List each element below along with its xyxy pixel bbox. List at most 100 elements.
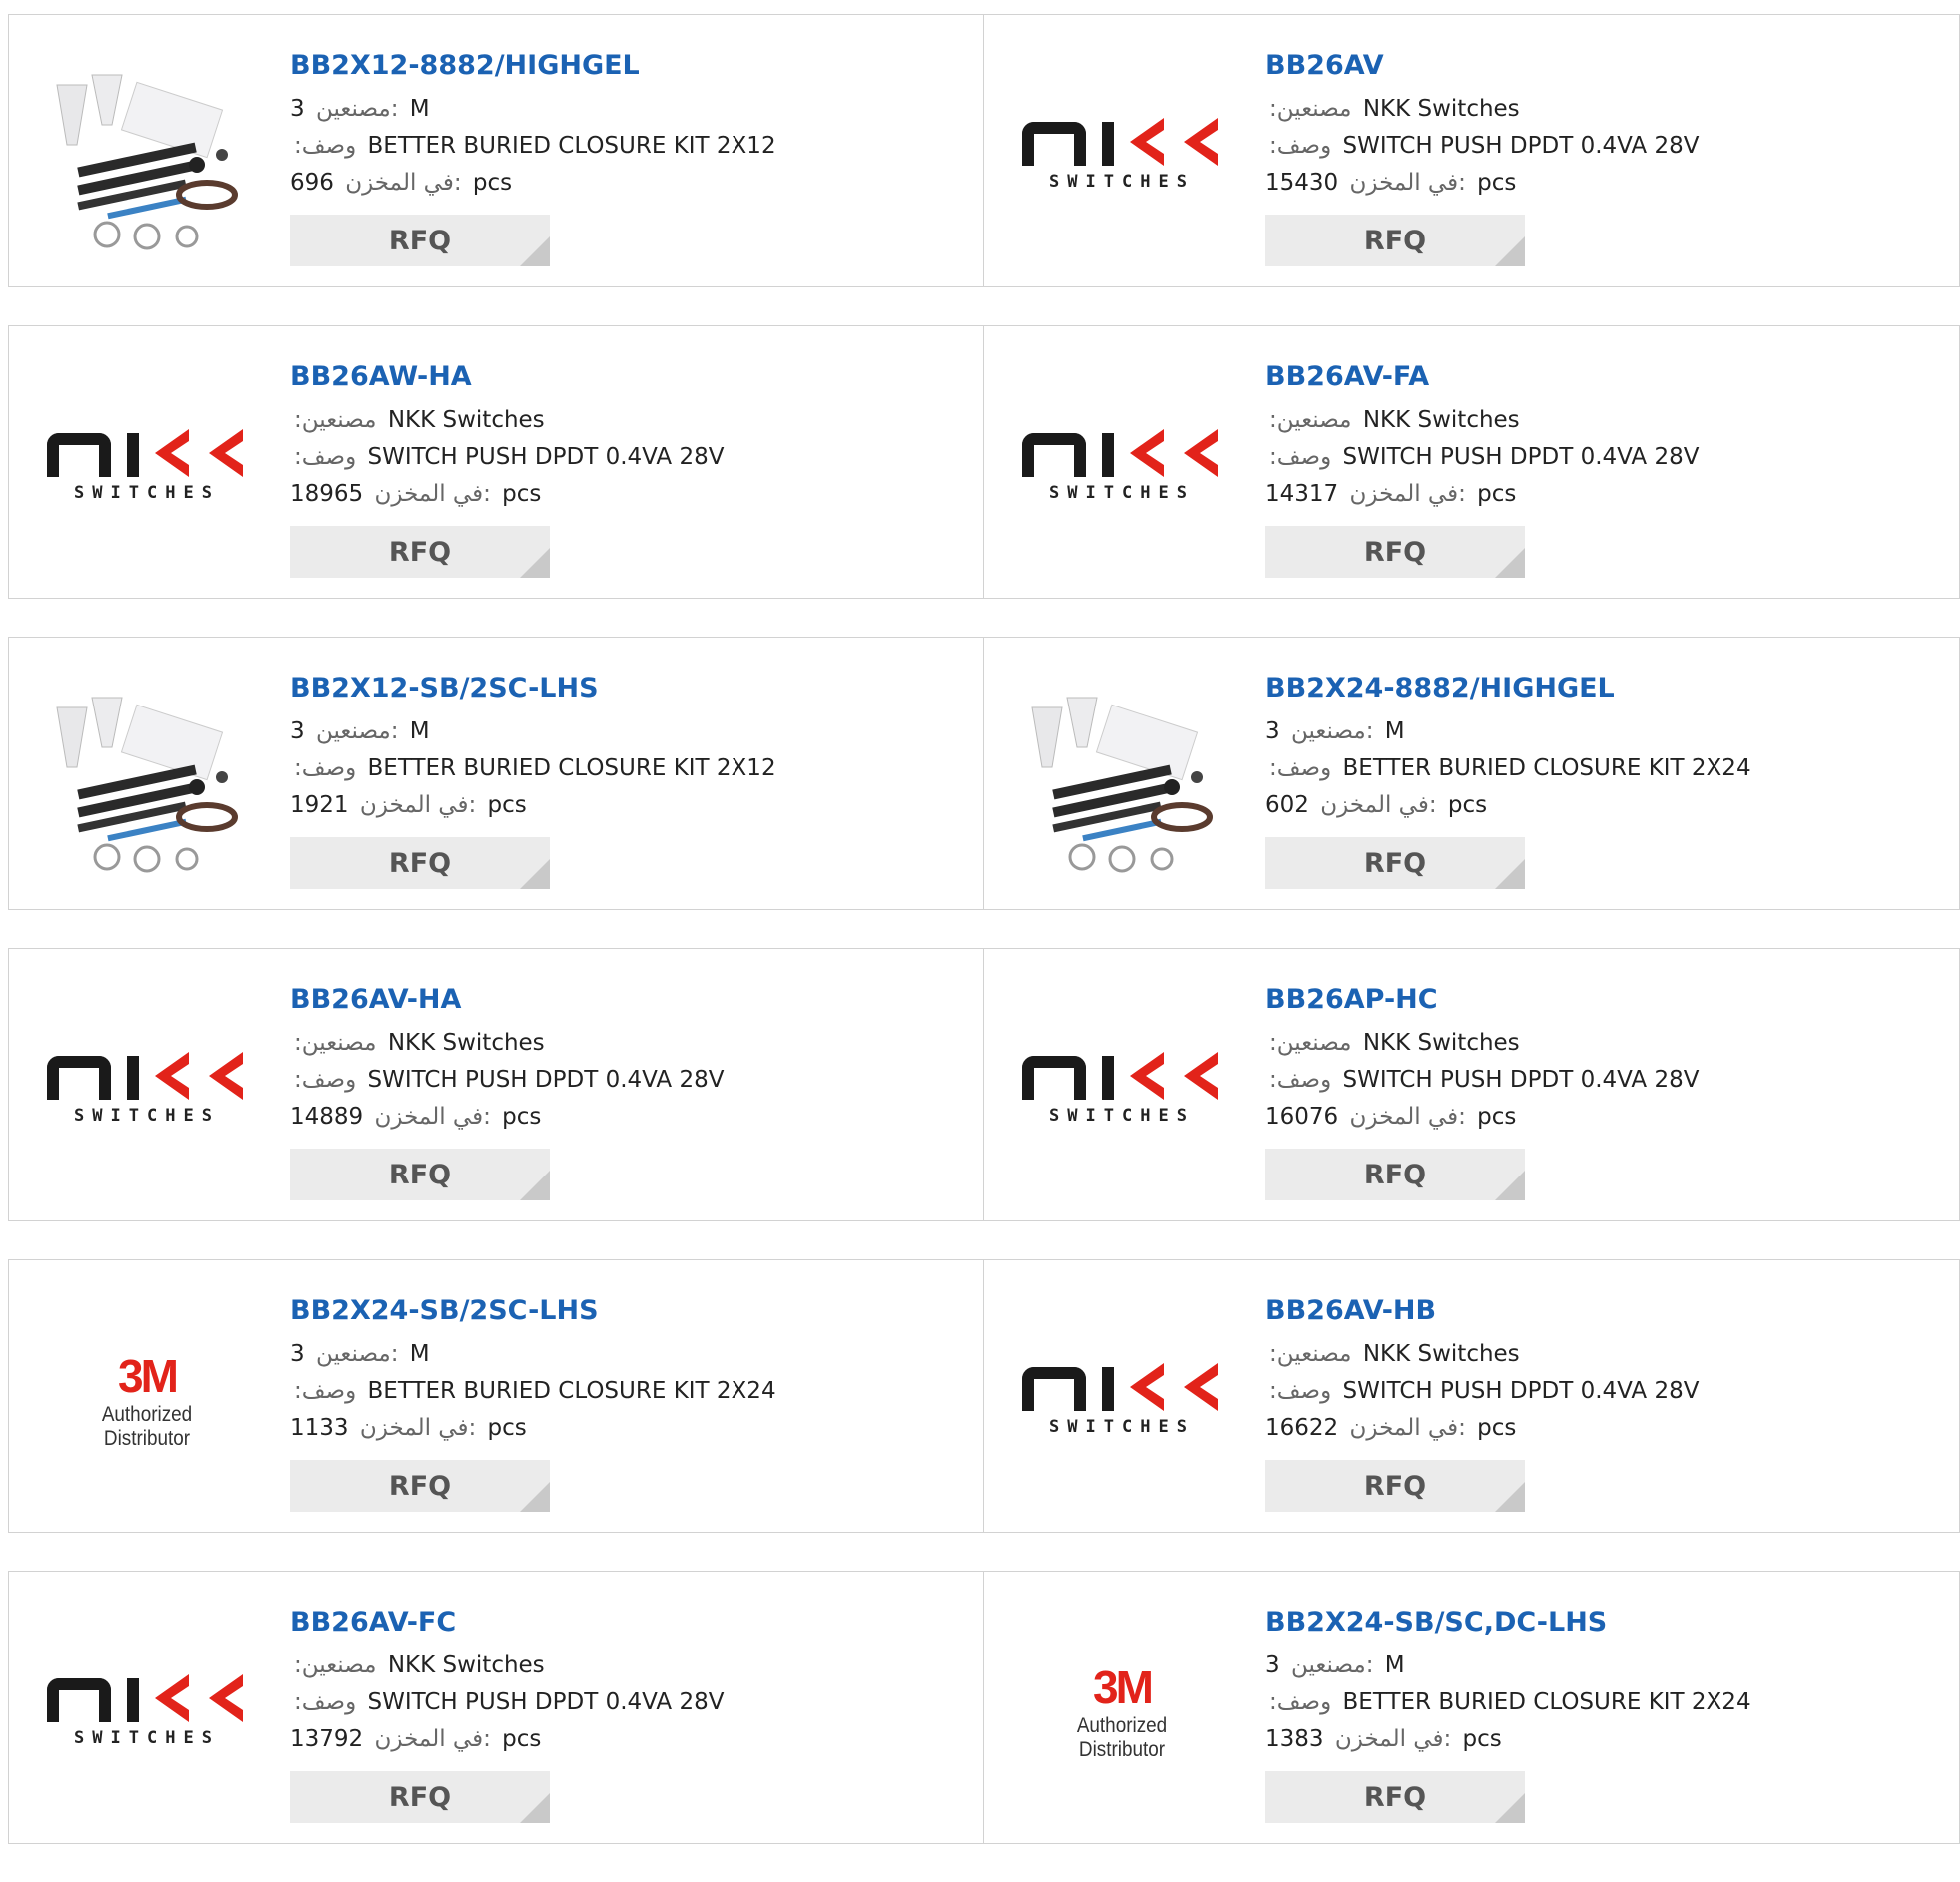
stock-label: في المخزن: — [1349, 1415, 1466, 1441]
manufacturer-text: M — [1384, 1652, 1405, 1678]
nkk-n-shape — [1022, 1367, 1086, 1411]
stock-value: 1133 — [290, 1415, 349, 1441]
product-image[interactable]: SWITCHES — [1022, 1300, 1222, 1500]
stock-line: 14889 في المخزن: pcs — [290, 1099, 949, 1136]
part-number-link[interactable]: BB26AP-HC — [1265, 981, 1924, 1025]
description-line: :وصف BETTER BURIED CLOSURE KIT 2X24 — [290, 1373, 949, 1410]
nkk-n-shape — [1022, 1056, 1086, 1100]
part-number-link[interactable]: BB26AW-HA — [290, 358, 949, 402]
product-card: BB2X12-8882/HIGHGEL 3 مصنعين: M :وصف BET… — [8, 14, 984, 287]
rfq-button[interactable]: RFQ — [1265, 1460, 1525, 1512]
stock-line: 1133 في المخزن: pcs — [290, 1410, 949, 1447]
stock-unit: pcs — [1477, 1415, 1517, 1441]
closure-kit-photo — [56, 697, 238, 873]
rfq-label: RFQ — [388, 225, 452, 256]
manufacturer-label: :مصنعين — [1269, 1030, 1352, 1056]
description-label: :وصف — [1269, 133, 1332, 159]
nkk-chevron-red — [1130, 118, 1164, 166]
part-number-link[interactable]: BB2X12-SB/2SC-LHS — [290, 670, 949, 713]
part-number-link[interactable]: BB26AV-HB — [1265, 1292, 1924, 1336]
product-info: BB2X12-SB/2SC-LHS 3 مصنعين: M :وصف BETTE… — [290, 670, 949, 889]
rfq-button[interactable]: RFQ — [290, 1771, 550, 1823]
product-info: BB26AW-HA :مصنعين NKK Switches :وصف SWIT… — [290, 358, 949, 578]
manufacturer-text: NKK Switches — [1362, 407, 1520, 433]
rfq-button[interactable]: RFQ — [290, 526, 550, 578]
rfq-button[interactable]: RFQ — [290, 1460, 550, 1512]
rfq-button[interactable]: RFQ — [290, 1149, 550, 1200]
nkk-chevron-red — [1130, 429, 1164, 477]
stock-label: في المخزن: — [1349, 481, 1466, 507]
rfq-button[interactable]: RFQ — [1265, 215, 1525, 266]
stock-unit: pcs — [1462, 1726, 1502, 1752]
rfq-label: RFQ — [1363, 536, 1427, 568]
part-number-link[interactable]: BB2X24-SB/2SC-LHS — [290, 1292, 949, 1336]
nkk-chevron-red-2 — [209, 1052, 243, 1100]
part-number-link[interactable]: BB26AV-HA — [290, 981, 949, 1025]
rfq-button[interactable]: RFQ — [1265, 837, 1525, 889]
description-label: :وصف — [1269, 1067, 1332, 1093]
description-value: SWITCH PUSH DPDT 0.4VA 28V — [1342, 133, 1700, 159]
stock-label: في المخزن: — [1320, 792, 1437, 818]
manufacturer-line: :مصنعين NKK Switches — [290, 1025, 949, 1062]
product-image[interactable] — [1022, 678, 1222, 877]
part-number-link[interactable]: BB2X24-8882/HIGHGEL — [1265, 670, 1924, 713]
stock-unit: pcs — [1477, 1104, 1517, 1130]
product-card: SWITCHES BB26AP-HC :مصنعين NKK Switches … — [984, 948, 1960, 1221]
manufacturer-label: :مصنعين — [1269, 96, 1352, 122]
rfq-button[interactable]: RFQ — [1265, 1771, 1525, 1823]
nkk-bar-shape — [1102, 433, 1114, 477]
rfq-button[interactable]: RFQ — [290, 215, 550, 266]
part-number-link[interactable]: BB26AV-FC — [290, 1604, 949, 1647]
product-image[interactable] — [47, 678, 246, 877]
stock-unit: pcs — [1477, 170, 1517, 196]
manufacturer-label: مصنعين: — [315, 1341, 399, 1367]
product-info: BB26AV-HA :مصنعين NKK Switches :وصف SWIT… — [290, 981, 949, 1200]
manufacturer-line: 3 مصنعين: M — [290, 91, 949, 128]
stock-label: في المخزن: — [359, 1415, 477, 1441]
stock-line: 15430 في المخزن: pcs — [1265, 165, 1924, 202]
stock-value: 16622 — [1265, 1415, 1339, 1441]
nkk-n-shape — [47, 1678, 111, 1722]
description-label: :وصف — [294, 1067, 357, 1093]
rfq-button[interactable]: RFQ — [290, 837, 550, 889]
product-image[interactable]: SWITCHES — [1022, 366, 1222, 566]
rfq-corner-decoration — [520, 1793, 550, 1823]
closure-kit-photo — [1031, 697, 1213, 873]
rfq-button[interactable]: RFQ — [1265, 1149, 1525, 1200]
product-grid: BB2X12-8882/HIGHGEL 3 مصنعين: M :وصف BET… — [8, 14, 1960, 1882]
rfq-label: RFQ — [388, 1159, 452, 1190]
stock-value: 1383 — [1265, 1726, 1324, 1752]
nkk-chevron-red-2 — [1184, 118, 1218, 166]
product-image[interactable]: SWITCHES — [47, 366, 246, 566]
stock-unit: pcs — [502, 1104, 542, 1130]
manufacturer-label: :مصنعين — [1269, 1341, 1352, 1367]
nkk-chevron-red-2 — [1184, 1052, 1218, 1100]
part-number-link[interactable]: BB26AV-FA — [1265, 358, 1924, 402]
product-info: BB26AV :مصنعين NKK Switches :وصف SWITCH … — [1265, 47, 1924, 266]
nkk-chevron-red-2 — [1184, 429, 1218, 477]
rfq-corner-decoration — [1495, 1482, 1525, 1512]
manufacturer-label: :مصنعين — [1269, 407, 1352, 433]
3m-authorized-logo: 3M Authorized Distributor — [47, 1349, 246, 1451]
part-number-link[interactable]: BB2X24-SB/SC,DC-LHS — [1265, 1604, 1924, 1647]
rfq-label: RFQ — [1363, 1470, 1427, 1502]
part-number-link[interactable]: BB26AV — [1265, 47, 1924, 91]
nkk-switches-logo: SWITCHES — [47, 429, 246, 503]
product-image[interactable] — [47, 55, 246, 254]
nkk-subtitle: SWITCHES — [1049, 1417, 1195, 1437]
rfq-button[interactable]: RFQ — [1265, 526, 1525, 578]
part-number-link[interactable]: BB2X12-8882/HIGHGEL — [290, 47, 949, 91]
product-image[interactable]: SWITCHES — [1022, 989, 1222, 1188]
description-value: BETTER BURIED CLOSURE KIT 2X24 — [1342, 755, 1751, 781]
stock-label: في المخزن: — [1334, 1726, 1452, 1752]
product-row: SWITCHES BB26AV-HA :مصنعين NKK Switches … — [8, 948, 1960, 1221]
product-image[interactable]: 3M Authorized Distributor — [47, 1300, 246, 1500]
product-info: BB26AP-HC :مصنعين NKK Switches :وصف SWIT… — [1265, 981, 1924, 1200]
product-image[interactable]: SWITCHES — [47, 989, 246, 1188]
nkk-chevron-red — [155, 429, 189, 477]
product-image[interactable]: 3M Authorized Distributor — [1022, 1612, 1222, 1811]
rfq-corner-decoration — [520, 1171, 550, 1200]
product-image[interactable]: SWITCHES — [47, 1612, 246, 1811]
product-image[interactable]: SWITCHES — [1022, 55, 1222, 254]
description-line: :وصف SWITCH PUSH DPDT 0.4VA 28V — [1265, 1062, 1924, 1099]
